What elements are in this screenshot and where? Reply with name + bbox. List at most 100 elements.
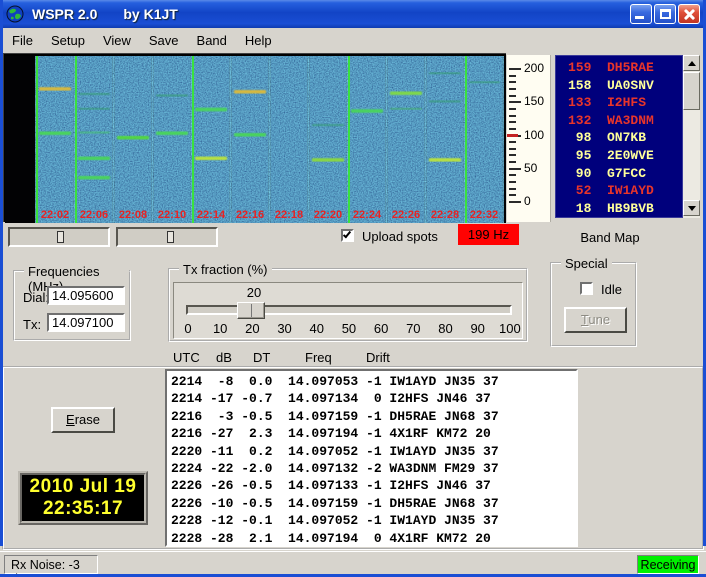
frequency-scale: 0 50 100 150 200 [507, 55, 551, 222]
window-byline: by K1JT [123, 6, 178, 22]
svg-text:22:08: 22:08 [119, 209, 147, 221]
decode-row: 2216 -3 -0.5 14.097159 -1 DH5RAE JN68 37 [171, 408, 499, 424]
menu-file[interactable]: File [3, 30, 42, 51]
upload-spots-label: Upload spots [362, 229, 438, 244]
scroll-down-button[interactable] [683, 200, 700, 216]
scale-tick [509, 174, 516, 177]
band-map-scrollbar[interactable] [683, 55, 700, 218]
waterfall-panel: 22:02 22:06 22:08 22:10 22:14 22:16 22:18 22:20… [3, 53, 506, 223]
menu-save[interactable]: Save [140, 30, 188, 51]
scale-tick [509, 101, 521, 104]
band-map-entry: 132 WA3DNM [568, 112, 654, 128]
dial-frequency-input[interactable] [47, 286, 125, 305]
decode-row: 2216 -27 2.3 14.097194 -1 4X1RF KM72 20 [171, 426, 491, 442]
scale-tick [509, 167, 521, 170]
meter-thumb[interactable] [57, 231, 64, 243]
maximize-button[interactable] [654, 4, 676, 24]
header-utc: UTC [173, 350, 200, 365]
tick-label: 10 [212, 321, 228, 336]
arrow-up-icon [688, 61, 696, 66]
check-icon [342, 229, 352, 239]
band-map-entry: 159 DH5RAE [568, 60, 654, 75]
tick-label: 30 [277, 321, 292, 336]
svg-text:22:14: 22:14 [197, 209, 226, 221]
frequency-offset-badge: 199 Hz [458, 224, 519, 245]
band-map-entry: 18 HB9BVB [568, 200, 654, 216]
band-map-entry: 52 IW1AYD [568, 183, 654, 199]
clock-display: 2010 Jul 19 22:35:17 [18, 471, 148, 525]
erase-button[interactable]: Erase [51, 407, 115, 433]
scale-tick-label: 50 [524, 160, 538, 175]
scale-tick-label: 0 [524, 194, 531, 208]
erase-button-label: E [66, 412, 75, 427]
svg-text:22:28: 22:28 [431, 209, 459, 221]
header-db: dB [216, 350, 232, 365]
svg-text:22:20: 22:20 [314, 209, 342, 221]
scale-tick-label: 200 [524, 61, 545, 75]
titlebar: WSPR 2.0 by K1JT [0, 0, 706, 28]
svg-text:22:16: 22:16 [236, 209, 264, 221]
menu-band[interactable]: Band [188, 30, 236, 51]
decode-row: 2220 -11 0.2 14.097052 -1 IW1AYD JN35 37 [171, 443, 499, 459]
band-map-list: 159 DH5RAE 158 UA0SNV 133 I2HFS 132 WA3DNM … [555, 55, 683, 218]
special-group: Special Idle Tune [550, 256, 637, 347]
menu-setup[interactable]: Setup [42, 30, 94, 51]
rx-level-meter[interactable] [8, 227, 110, 247]
svg-text:22:02: 22:02 [41, 209, 69, 221]
decode-row: 2214 -17 -0.7 14.097134 0 I2HFS JN46 37 [171, 391, 491, 407]
scale-tick [509, 87, 516, 90]
band-map-entry: 98 ON7KB [568, 130, 647, 146]
scale-tick [509, 161, 516, 164]
tick-label: 60 [373, 321, 389, 336]
scale-tick-label: 150 [524, 94, 545, 109]
band-map-entry: 133 I2HFS [568, 95, 647, 111]
tune-button[interactable]: Tune [564, 307, 627, 333]
tx-fraction-slider: 20 0 10 20 30 40 50 60 70 80 90 100 [173, 282, 523, 339]
decode-row: 2228 -12 -0.1 14.097052 -1 IW1AYD JN35 3… [171, 513, 499, 529]
meter-thumb[interactable] [167, 231, 174, 243]
svg-text:22:06: 22:06 [80, 209, 108, 221]
slider-groove[interactable] [186, 305, 512, 315]
decode-row: 2226 -10 -0.5 14.097159 -1 DH5RAE JN68 3… [171, 495, 499, 511]
menu-help[interactable]: Help [236, 30, 281, 51]
scrollbar-thumb[interactable] [683, 72, 700, 110]
decode-row: 2226 -26 -0.5 14.097133 -1 I2HFS JN46 37 [171, 478, 491, 494]
slider-thumb[interactable] [237, 302, 265, 319]
svg-text:22:18: 22:18 [275, 209, 303, 221]
mode-status-badge: Receiving [637, 555, 699, 574]
tx-frequency-input[interactable] [47, 313, 125, 332]
upload-spots-checkbox[interactable] [341, 229, 354, 242]
scale-tick [509, 141, 516, 144]
header-dt: DT [253, 350, 271, 365]
scale-tick [509, 94, 516, 97]
header-drift: Drift [366, 350, 390, 365]
tick-label: 90 [470, 321, 485, 336]
decode-listbox[interactable]: 2214 -8 0.0 14.097053 -1 IW1AYD JN35 37 2… [165, 369, 578, 547]
tune-button-label-rest: une [588, 312, 611, 327]
idle-checkbox[interactable] [580, 282, 593, 295]
frequencies-group: Frequencies (MHz) Dial: Tx: [13, 264, 131, 341]
globe-icon [6, 5, 24, 23]
idle-label: Idle [601, 282, 622, 297]
svg-text:22:24: 22:24 [353, 209, 382, 221]
scroll-up-button[interactable] [683, 55, 700, 71]
svg-text:22:26: 22:26 [392, 209, 420, 221]
menu-view[interactable]: View [94, 30, 140, 51]
statusbar: Rx Noise: -3 dB Receiving [0, 551, 706, 577]
rx-noise-status: Rx Noise: -3 dB [4, 555, 98, 577]
close-button[interactable] [678, 4, 700, 24]
band-map-entry: 95 2E0WVE [568, 147, 654, 163]
window-border-left [0, 0, 3, 546]
scale-tick [509, 194, 516, 197]
tx-label: Tx: [23, 317, 42, 332]
band-map-entry: 158 UA0SNV [568, 77, 654, 93]
scale-tick-label: 100 [524, 127, 545, 142]
window-title: WSPR 2.0 [32, 6, 98, 22]
minimize-button[interactable] [630, 4, 652, 24]
decode-row: 2224 -22 -2.0 14.097132 -2 WA3DNM FM29 3… [171, 461, 499, 477]
dial-label: Dial: [23, 290, 50, 305]
tx-fraction-caption: Tx fraction (%) [179, 262, 272, 277]
band-map-entry: 90 G7FCC [568, 165, 647, 181]
clock-date: 2010 Jul 19 [29, 476, 137, 497]
tx-level-meter[interactable] [116, 227, 218, 247]
